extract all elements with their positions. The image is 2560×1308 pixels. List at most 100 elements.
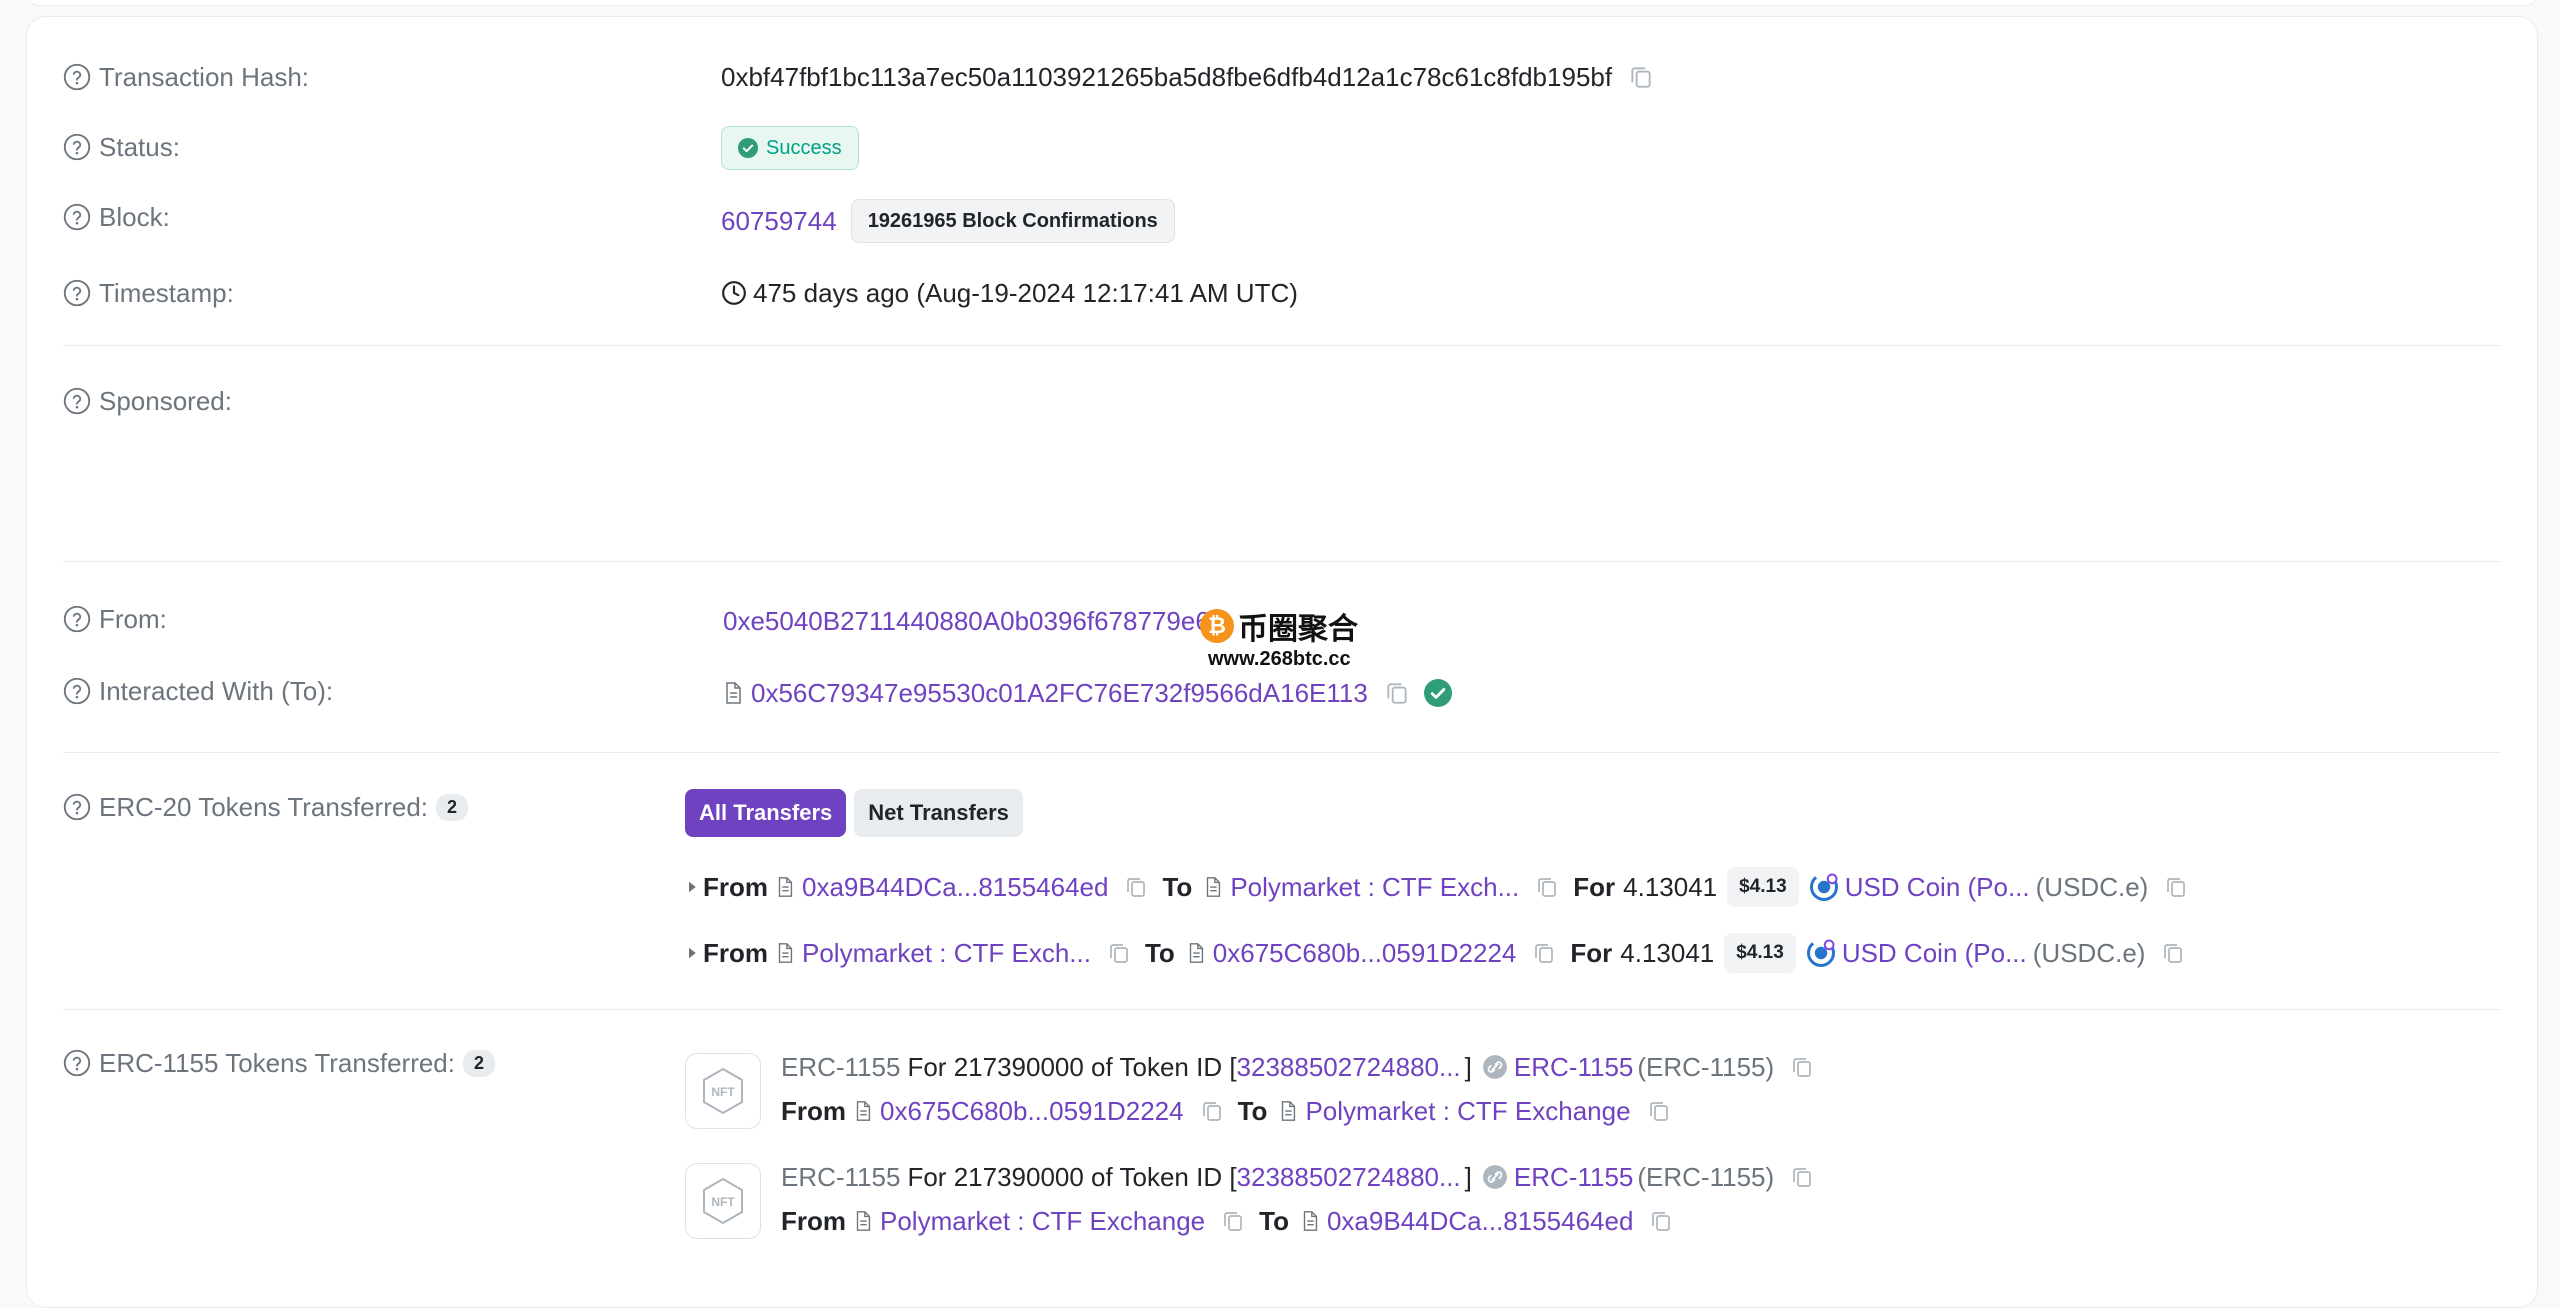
from-label: From: bbox=[63, 599, 167, 639]
from-word: From bbox=[781, 1205, 846, 1236]
to-address-link[interactable]: 0x56C79347e95530c01A2FC76E732f9566dA16E1… bbox=[751, 678, 1368, 709]
transfer-to-link[interactable]: Polymarket : CTF Exchange bbox=[1305, 1096, 1630, 1127]
copy-icon[interactable] bbox=[2161, 941, 2185, 965]
copy-icon[interactable] bbox=[1107, 941, 1131, 965]
erc1155-from-to-line: From Polymarket : CTF Exchange To 0xa9B4… bbox=[781, 1201, 1673, 1241]
copy-icon[interactable] bbox=[1647, 1099, 1671, 1123]
copy-icon[interactable] bbox=[1628, 64, 1654, 90]
help-icon[interactable] bbox=[63, 279, 91, 307]
help-icon[interactable] bbox=[63, 63, 91, 91]
erc1155-label: ERC-1155 Tokens Transferred: 2 bbox=[63, 1043, 496, 1083]
divider bbox=[63, 561, 2501, 562]
from-word: From bbox=[703, 871, 768, 902]
transfer-amount: 4.13041 bbox=[1623, 871, 1718, 902]
from-word: From bbox=[703, 937, 768, 968]
copy-icon[interactable] bbox=[1790, 1165, 1814, 1189]
link-token-icon bbox=[1482, 1054, 1508, 1080]
to-label: Interacted With (To): bbox=[63, 671, 333, 711]
contract-doc-icon bbox=[1185, 942, 1207, 964]
token-id-link[interactable]: 32388502724880... bbox=[1237, 1052, 1461, 1083]
token-id-link[interactable]: 32388502724880... bbox=[1237, 1162, 1461, 1193]
watermark-url: www.268btc.cc bbox=[1208, 648, 1351, 670]
help-icon[interactable] bbox=[63, 203, 91, 231]
from-word: From bbox=[781, 1095, 846, 1126]
expand-caret-icon[interactable] bbox=[683, 878, 701, 896]
to-word: To bbox=[1144, 937, 1175, 968]
help-icon[interactable] bbox=[63, 793, 91, 821]
token-symbol: (USDC.e) bbox=[2032, 937, 2146, 968]
transfer-from-link[interactable]: 0x675C680b...0591D2224 bbox=[880, 1096, 1184, 1127]
contract-doc-icon bbox=[774, 876, 796, 898]
copy-icon[interactable] bbox=[1200, 1099, 1224, 1123]
link-token-icon bbox=[1482, 1164, 1508, 1190]
transfer-from-link[interactable]: Polymarket : CTF Exchange bbox=[880, 1206, 1205, 1237]
contract-doc-icon bbox=[852, 1210, 874, 1232]
nft-thumbnail[interactable]: NFT bbox=[685, 1053, 761, 1129]
timestamp-label: Timestamp: bbox=[63, 273, 234, 313]
copy-icon[interactable] bbox=[1649, 1209, 1673, 1233]
to-word: To bbox=[1237, 1095, 1268, 1126]
previous-card bbox=[26, 0, 2538, 6]
nft-thumbnail[interactable]: NFT bbox=[685, 1163, 761, 1239]
timestamp-row: Timestamp: 475 days ago (Aug-19-2024 12:… bbox=[63, 273, 2501, 313]
block-confirmations-badge: 19261965 Block Confirmations bbox=[850, 199, 1175, 243]
usdc-token-icon bbox=[1809, 872, 1839, 902]
copy-icon[interactable] bbox=[2164, 875, 2188, 899]
for-word: For bbox=[1570, 937, 1613, 968]
tab-net-transfers[interactable]: Net Transfers bbox=[854, 789, 1023, 837]
divider bbox=[63, 752, 2501, 753]
help-icon[interactable] bbox=[63, 605, 91, 633]
transfer-to-link[interactable]: Polymarket : CTF Exch... bbox=[1230, 872, 1519, 903]
check-circle-icon bbox=[738, 138, 758, 158]
watermark-logo: ₿ 币圈聚合 www.268btc.cc bbox=[1200, 604, 1360, 670]
copy-icon[interactable] bbox=[1124, 875, 1148, 899]
transfer-to-link[interactable]: 0x675C680b...0591D2224 bbox=[1213, 938, 1517, 969]
token-symbol: (ERC-1155) bbox=[1637, 1051, 1775, 1082]
copy-icon[interactable] bbox=[1532, 941, 1556, 965]
divider bbox=[63, 345, 2501, 346]
copy-icon[interactable] bbox=[1384, 680, 1410, 706]
token-symbol: (USDC.e) bbox=[2035, 871, 2149, 902]
contract-doc-icon bbox=[1299, 1210, 1321, 1232]
for-text: For 217390000 of Token ID [ bbox=[907, 1051, 1237, 1082]
erc20-label: ERC-20 Tokens Transferred: 2 bbox=[63, 787, 469, 827]
help-icon[interactable] bbox=[63, 387, 91, 415]
transfer-to-link[interactable]: 0xa9B44DCa...8155464ed bbox=[1327, 1206, 1633, 1237]
verified-check-icon bbox=[1424, 679, 1452, 707]
copy-icon[interactable] bbox=[1790, 1055, 1814, 1079]
sponsored-label: Sponsored: bbox=[63, 381, 232, 421]
token-name-link[interactable]: USD Coin (Po... bbox=[1845, 872, 2030, 903]
contract-doc-icon bbox=[721, 681, 745, 705]
transfer-from-link[interactable]: 0xa9B44DCa...8155464ed bbox=[802, 872, 1108, 903]
usd-value-badge: $4.13 bbox=[1724, 933, 1796, 973]
copy-icon[interactable] bbox=[1535, 875, 1559, 899]
help-icon[interactable] bbox=[63, 1049, 91, 1077]
token-name-link[interactable]: ERC-1155 bbox=[1514, 1052, 1633, 1083]
token-standard: ERC-1155 bbox=[781, 1051, 901, 1082]
help-icon[interactable] bbox=[63, 133, 91, 161]
usdc-token-icon bbox=[1806, 938, 1836, 968]
transfer-from-link[interactable]: Polymarket : CTF Exch... bbox=[802, 938, 1091, 969]
to-word: To bbox=[1162, 871, 1193, 902]
expand-caret-icon[interactable] bbox=[683, 944, 701, 962]
from-address-link[interactable]: 0xe5040B2711440880A0b0396f678779e65 bbox=[723, 606, 1224, 637]
help-icon[interactable] bbox=[63, 677, 91, 705]
tx-hash-row: Transaction Hash: 0xbf47fbf1bc113a7ec50a… bbox=[63, 57, 2501, 97]
copy-icon[interactable] bbox=[1221, 1209, 1245, 1233]
contract-doc-icon bbox=[1277, 1100, 1299, 1122]
watermark-title: 币圈聚合 bbox=[1238, 613, 1358, 646]
token-name-link[interactable]: USD Coin (Po... bbox=[1842, 938, 2027, 969]
erc1155-from-to-line: From 0x675C680b...0591D2224 To Polymarke… bbox=[781, 1091, 1671, 1131]
svg-text:NFT: NFT bbox=[711, 1085, 735, 1099]
block-number-link[interactable]: 60759744 bbox=[721, 206, 837, 237]
sponsored-row: Sponsored: bbox=[63, 381, 2501, 421]
erc20-transfer-row: From 0xa9B44DCa...8155464ed To Polymarke… bbox=[683, 867, 2188, 907]
token-name-link[interactable]: ERC-1155 bbox=[1514, 1162, 1633, 1193]
tab-all-transfers[interactable]: All Transfers bbox=[685, 789, 847, 837]
bitcoin-coin-icon: ₿ bbox=[1200, 609, 1234, 643]
status-row: Status: Success bbox=[63, 123, 2501, 171]
token-symbol: (ERC-1155) bbox=[1637, 1161, 1775, 1192]
svg-text:NFT: NFT bbox=[711, 1195, 735, 1209]
erc20-count-badge: 2 bbox=[436, 793, 469, 821]
status-label: Status: bbox=[63, 127, 180, 167]
